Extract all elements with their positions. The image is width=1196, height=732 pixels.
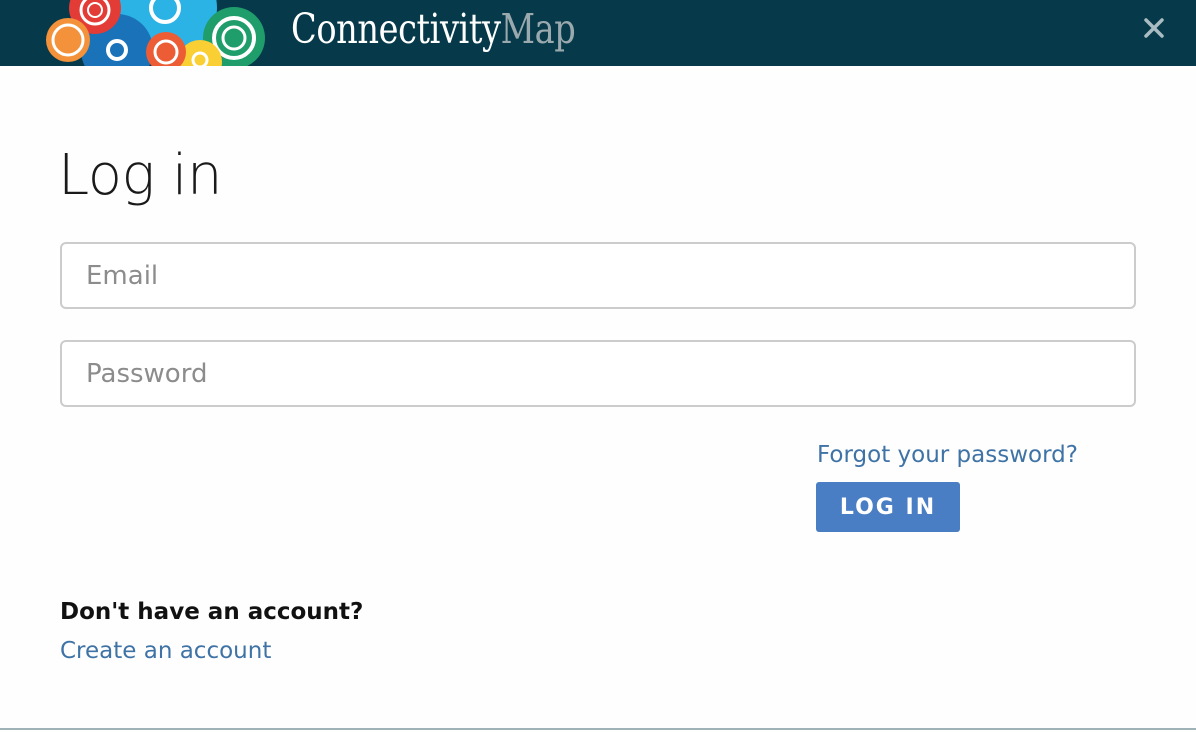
signup-prompt: Don't have an account? (60, 599, 364, 625)
brand-name: ConnectivityMap (291, 4, 576, 54)
connectivity-map-logo-icon (46, 0, 265, 66)
email-field[interactable] (60, 242, 1136, 309)
forgot-password-link[interactable]: Forgot your password? (817, 440, 1078, 470)
divider (0, 728, 1196, 730)
close-icon (1144, 18, 1164, 38)
dialog-header: ConnectivityMap (0, 0, 1196, 66)
brand-secondary-text: Map (500, 5, 576, 53)
login-dialog: ConnectivityMap Log in Forgot your passw… (0, 0, 1196, 732)
create-account-link[interactable]: Create an account (60, 636, 271, 666)
log-in-button[interactable]: LOG IN (816, 482, 960, 532)
brand-primary-text: Connectivity (291, 5, 501, 53)
password-field[interactable] (60, 340, 1136, 407)
close-button[interactable] (1138, 12, 1170, 44)
page-title: Log in (58, 143, 222, 208)
